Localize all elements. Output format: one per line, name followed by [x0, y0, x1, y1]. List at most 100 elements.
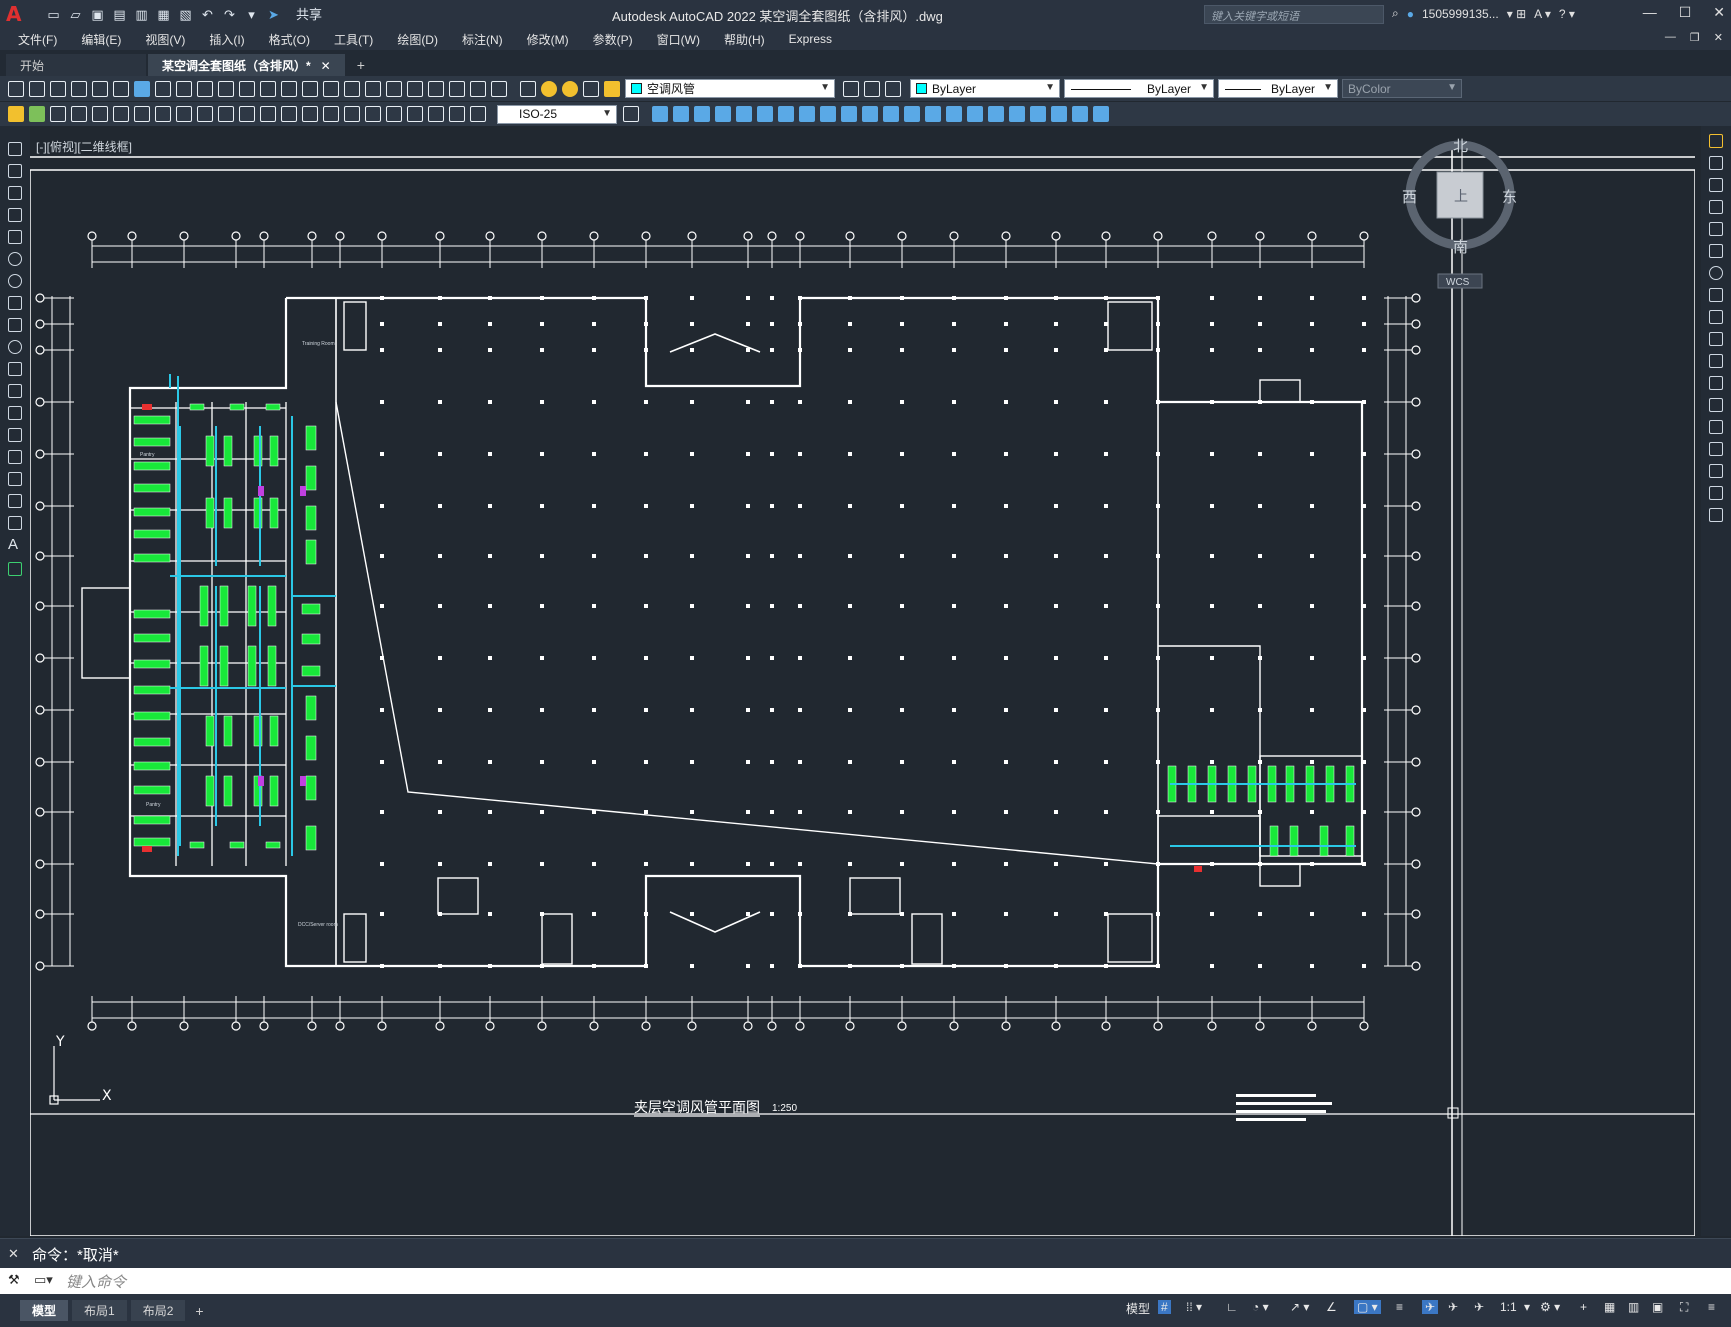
- ortho-icon[interactable]: ∟: [1226, 1300, 1238, 1314]
- units-icon[interactable]: ▦: [1604, 1300, 1615, 1314]
- save-tb-icon[interactable]: [50, 80, 66, 97]
- revcloud-icon[interactable]: [8, 296, 22, 310]
- cut-icon[interactable]: [155, 80, 171, 97]
- dim-text-edit-icon[interactable]: [449, 106, 465, 122]
- insert-block-icon[interactable]: [29, 106, 45, 122]
- stretch-icon[interactable]: [820, 106, 836, 122]
- osnap-icon[interactable]: ▢ ▾: [1354, 1300, 1381, 1314]
- lineweight-dropdown[interactable]: ByLayer ▼: [1218, 79, 1338, 98]
- osnap-tracking-icon[interactable]: ∠: [1326, 1300, 1337, 1314]
- ellipse-icon[interactable]: [8, 340, 22, 354]
- polygon-icon[interactable]: [8, 208, 22, 222]
- compass-west[interactable]: 西: [1402, 188, 1417, 206]
- share-icon[interactable]: ➤: [266, 7, 281, 22]
- customize-status-icon[interactable]: ≡: [1708, 1300, 1715, 1314]
- open-file-icon[interactable]: ▱: [68, 7, 83, 22]
- grid-icon[interactable]: #: [1158, 1300, 1171, 1314]
- ungroup-icon[interactable]: [1030, 106, 1046, 122]
- autodesk-icon[interactable]: A ▾: [1534, 7, 1551, 21]
- layer-manager-icon[interactable]: [520, 80, 536, 97]
- add-layout-button[interactable]: +: [195, 1303, 203, 1319]
- doc-close-icon[interactable]: ✕: [1714, 31, 1723, 44]
- trim-palette-icon[interactable]: [1709, 332, 1723, 346]
- gradient-icon[interactable]: [8, 472, 22, 486]
- plot-icon[interactable]: ▧: [178, 7, 193, 22]
- area-icon[interactable]: [1051, 106, 1067, 122]
- autocad-logo-icon[interactable]: A: [6, 2, 32, 26]
- menu-help[interactable]: 帮助(H): [724, 31, 765, 48]
- tab-close-icon[interactable]: ✕: [321, 59, 331, 73]
- save-icon[interactable]: ▣: [90, 7, 105, 22]
- scale-icon[interactable]: [799, 106, 815, 122]
- offset-icon[interactable]: [715, 106, 731, 122]
- menu-insert[interactable]: 插入(I): [209, 31, 244, 48]
- mirror-icon[interactable]: [694, 106, 710, 122]
- dim-radius-icon[interactable]: [155, 106, 171, 122]
- zoom-window-icon[interactable]: [323, 80, 339, 97]
- menu-tools[interactable]: 工具(T): [334, 31, 373, 48]
- wcs-label[interactable]: WCS: [1446, 277, 1470, 288]
- line-icon[interactable]: [8, 142, 22, 156]
- plot-tb-icon[interactable]: [71, 80, 87, 97]
- cart-icon[interactable]: ▾ ⊞: [1507, 7, 1526, 21]
- workspace-gear-icon[interactable]: ⚙ ▾: [1540, 1300, 1560, 1314]
- layer-lock-icon[interactable]: [604, 80, 620, 97]
- new-icon[interactable]: [8, 80, 24, 97]
- viewport-controls[interactable]: [-][俯视][二维线框]: [36, 138, 132, 155]
- zoom-previous-icon[interactable]: [344, 80, 360, 97]
- dim-arc-icon[interactable]: [113, 106, 129, 122]
- annotation-visibility-icon[interactable]: ✈: [1422, 1300, 1439, 1314]
- inspection-icon[interactable]: [386, 106, 402, 122]
- erase-icon[interactable]: [652, 106, 668, 122]
- user-icon[interactable]: ●: [1407, 7, 1414, 21]
- save-web-icon[interactable]: ▦: [156, 7, 171, 22]
- menu-edit[interactable]: 编辑(E): [81, 31, 121, 48]
- layer-on-icon[interactable]: [541, 80, 557, 97]
- ellipse-arc-icon[interactable]: [8, 362, 22, 376]
- arc-icon[interactable]: [8, 252, 22, 266]
- snap-icon[interactable]: ⁞⁞ ▾: [1186, 1300, 1202, 1314]
- 3d-print-icon[interactable]: [134, 80, 150, 97]
- viewcube-top[interactable]: 上: [1454, 189, 1468, 205]
- make-current-icon[interactable]: [843, 80, 859, 97]
- share-button[interactable]: 共享: [296, 7, 322, 22]
- dim-continue-icon[interactable]: [281, 106, 297, 122]
- dim-style-icon[interactable]: [623, 106, 639, 122]
- list-icon[interactable]: [1093, 106, 1109, 122]
- command-recent-icon[interactable]: ▭▾: [34, 1272, 53, 1288]
- break-at-point-icon[interactable]: [1709, 376, 1723, 390]
- lock-ui-icon[interactable]: ▣: [1652, 1300, 1663, 1314]
- search-input[interactable]: 键入关键字或短语: [1204, 5, 1384, 24]
- preview-icon[interactable]: [92, 80, 108, 97]
- new-file-icon[interactable]: ▭: [46, 7, 61, 22]
- make-block-icon[interactable]: [8, 406, 22, 420]
- drawing-canvas[interactable]: Training Room Pantry Pantry DCC/Server r…: [30, 126, 1695, 1236]
- extend-palette-icon[interactable]: [1709, 354, 1723, 368]
- pan-icon[interactable]: [281, 80, 297, 97]
- explode-palette-icon[interactable]: [1709, 508, 1723, 522]
- chamfer-icon[interactable]: [925, 106, 941, 122]
- draworder-icon[interactable]: [988, 106, 1004, 122]
- zoom-realtime-icon[interactable]: [302, 80, 318, 97]
- properties-icon[interactable]: [365, 80, 381, 97]
- layer-freeze-icon[interactable]: [562, 80, 578, 97]
- compass-north[interactable]: 北: [1453, 137, 1468, 155]
- insert-palette-icon[interactable]: [8, 384, 22, 398]
- doc-minimize-icon[interactable]: —: [1665, 31, 1676, 44]
- command-line[interactable]: [0, 1268, 1731, 1294]
- block-icon[interactable]: [8, 106, 24, 122]
- array-icon[interactable]: [736, 106, 752, 122]
- measure-icon[interactable]: [1072, 106, 1088, 122]
- circle-icon[interactable]: [8, 274, 22, 288]
- rotate-palette-icon[interactable]: [1709, 266, 1723, 280]
- region-icon[interactable]: [8, 494, 22, 508]
- polyline-icon[interactable]: [8, 186, 22, 200]
- polar-icon[interactable]: ◔ ▾: [1252, 1300, 1269, 1314]
- tolerance-icon[interactable]: [344, 106, 360, 122]
- tab-start[interactable]: 开始: [6, 54, 146, 76]
- layer-dropdown[interactable]: 空调风管 ▼: [625, 79, 835, 98]
- lineweight-toggle-icon[interactable]: ≡: [1396, 1300, 1403, 1314]
- menu-format[interactable]: 格式(O): [269, 31, 310, 48]
- join-icon[interactable]: [904, 106, 920, 122]
- move-palette-icon[interactable]: [1709, 244, 1723, 258]
